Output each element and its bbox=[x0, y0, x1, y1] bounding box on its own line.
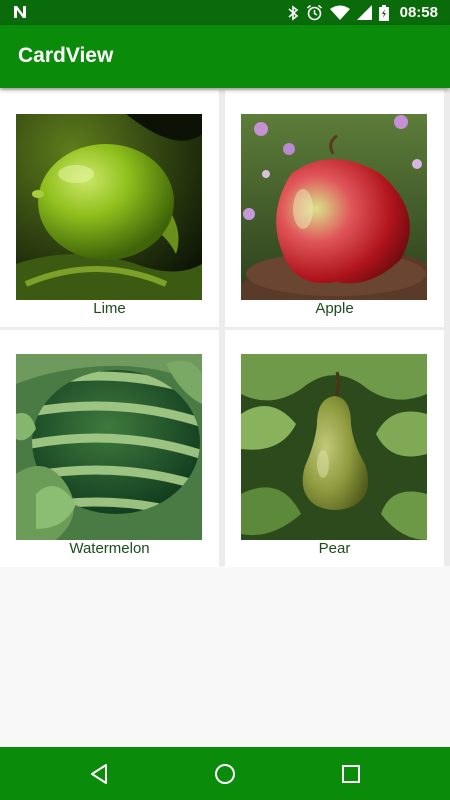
card-pear[interactable]: Pear bbox=[225, 330, 444, 567]
card-label: Pear bbox=[318, 540, 351, 557]
watermelon-image bbox=[16, 354, 202, 540]
n-notification-icon bbox=[14, 6, 26, 18]
battery-charging-icon bbox=[378, 4, 389, 21]
card-grid: Lime Apple Watermelon Pear bbox=[0, 88, 450, 567]
content-area: Lime Apple Watermelon Pear bbox=[0, 88, 450, 747]
card-label: Lime bbox=[93, 300, 126, 317]
recents-icon bbox=[342, 765, 360, 783]
back-button[interactable] bbox=[86, 761, 112, 787]
apple-image bbox=[241, 114, 427, 300]
status-bar: 08:58 bbox=[0, 0, 450, 25]
navigation-bar bbox=[0, 747, 450, 800]
card-label: Watermelon bbox=[69, 540, 150, 557]
signal-icon bbox=[356, 5, 372, 20]
card-watermelon[interactable]: Watermelon bbox=[0, 330, 219, 567]
home-button[interactable] bbox=[212, 761, 238, 787]
alarm-icon bbox=[306, 4, 322, 21]
status-time: 08:58 bbox=[399, 4, 438, 21]
recents-button[interactable] bbox=[338, 761, 364, 787]
lime-image bbox=[16, 114, 202, 300]
pear-image bbox=[241, 354, 427, 540]
card-apple[interactable]: Apple bbox=[225, 90, 444, 327]
wifi-icon bbox=[329, 5, 350, 20]
card-lime[interactable]: Lime bbox=[0, 90, 219, 327]
home-icon bbox=[215, 764, 235, 784]
card-label: Apple bbox=[315, 300, 354, 317]
app-title: CardView bbox=[18, 44, 114, 67]
back-icon bbox=[91, 764, 107, 784]
app-bar: CardView bbox=[0, 25, 450, 88]
bluetooth-icon bbox=[288, 4, 298, 21]
